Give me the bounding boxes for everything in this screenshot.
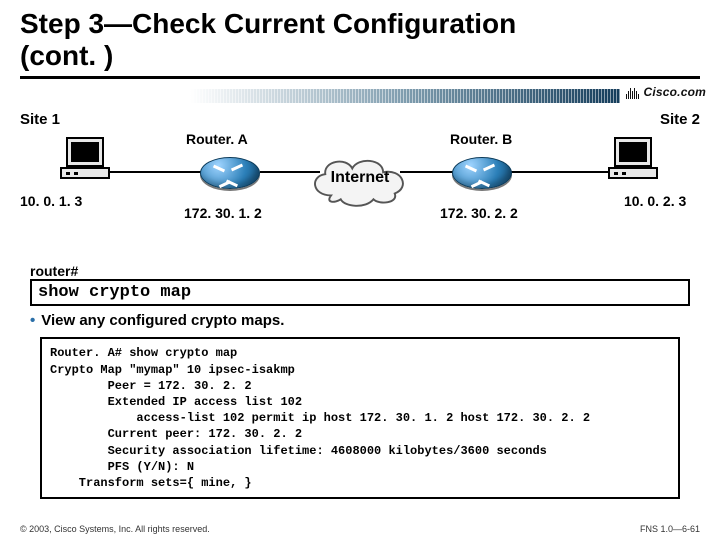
bullet-text: View any configured crypto maps. — [41, 312, 284, 329]
slide-title: Step 3—Check Current Configuration (cont… — [0, 0, 720, 74]
internet-cloud-icon: Internet — [301, 153, 419, 207]
router-a-icon — [200, 157, 260, 189]
ip-router-b-wan: 172. 30. 2. 2 — [440, 205, 518, 221]
cisco-logo: Cisco.com — [626, 85, 707, 99]
site2-label: Site 2 — [660, 111, 700, 128]
ip-router-a-wan: 172. 30. 1. 2 — [184, 205, 262, 221]
cisco-bars-icon — [626, 85, 640, 99]
bullet-dot-icon: • — [30, 312, 35, 329]
router-a-label: Router. A — [186, 131, 248, 147]
footer: © 2003, Cisco Systems, Inc. All rights r… — [20, 524, 700, 534]
title-line-2: (cont. ) — [20, 40, 113, 71]
command-box: show crypto map — [30, 279, 690, 306]
site1-label: Site 1 — [20, 111, 60, 128]
internet-label: Internet — [301, 169, 419, 187]
pc-site1-icon — [60, 137, 116, 187]
router-prompt: router# — [30, 263, 690, 279]
router-b-label: Router. B — [450, 131, 512, 147]
command-text: show crypto map — [38, 283, 191, 302]
bullet-line: • View any configured crypto maps. — [30, 312, 690, 329]
cli-output-text: Router. A# show crypto map Crypto Map "m… — [50, 346, 590, 490]
pc-site2-icon — [608, 137, 664, 187]
brand-bar: Cisco.com — [0, 85, 720, 107]
ip-pc-left: 10. 0. 1. 3 — [20, 193, 82, 209]
title-underline — [20, 76, 700, 79]
ip-pc-right: 10. 0. 2. 3 — [624, 193, 686, 209]
copyright: © 2003, Cisco Systems, Inc. All rights r… — [20, 524, 210, 534]
slide-number: FNS 1.0—6-61 — [640, 524, 700, 534]
brand-gradient — [190, 89, 620, 103]
title-line-1: Step 3—Check Current Configuration — [20, 8, 516, 39]
cli-output-box: Router. A# show crypto map Crypto Map "m… — [40, 337, 680, 499]
router-b-icon — [452, 157, 512, 189]
brand-text: Cisco.com — [644, 85, 707, 99]
network-diagram: Site 1 Site 2 Router. A Router. B Intern… — [20, 109, 700, 259]
